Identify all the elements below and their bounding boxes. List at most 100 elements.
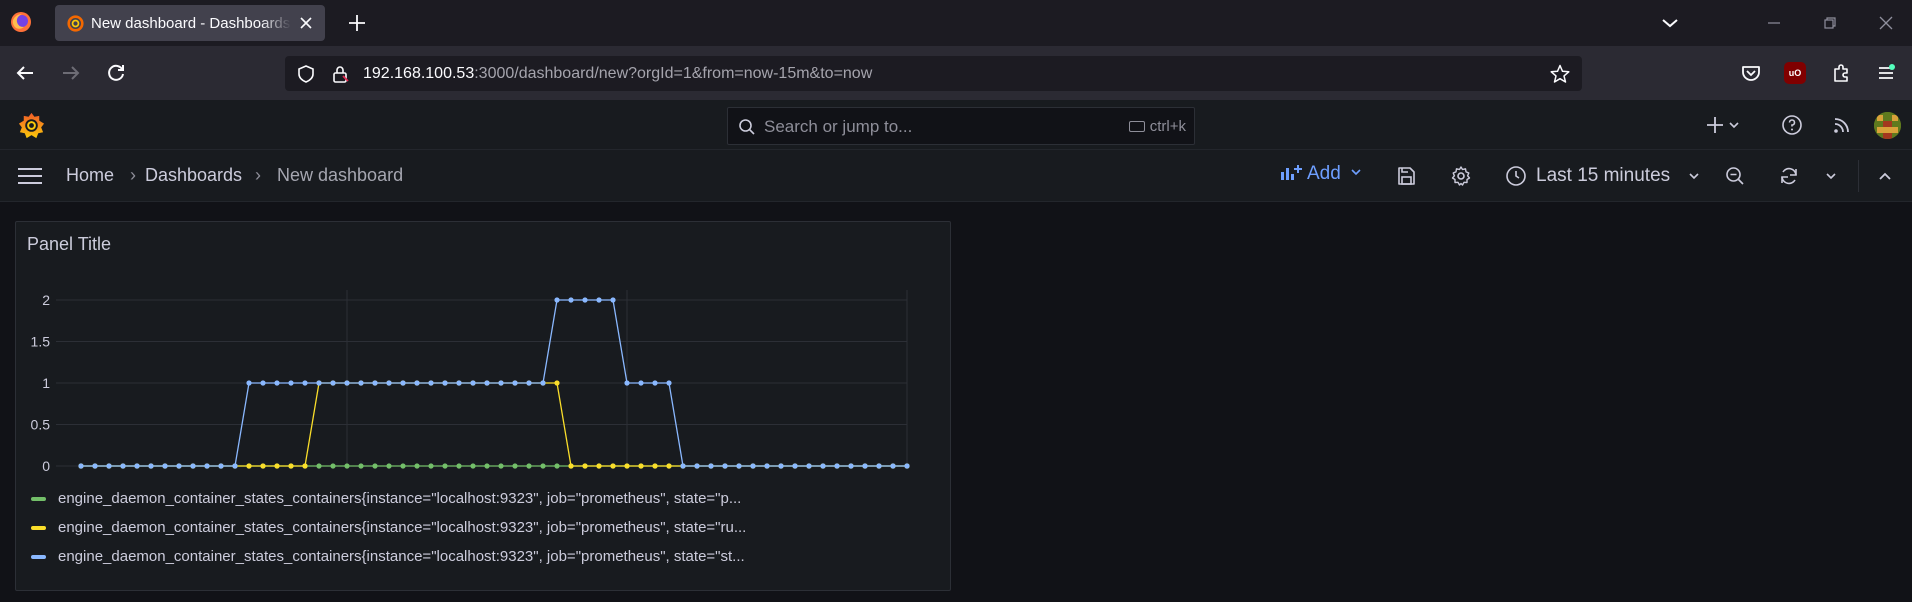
series-point-2 [218, 463, 224, 469]
legend-swatch [31, 497, 46, 502]
series-point-0 [470, 463, 476, 469]
forward-icon[interactable] [59, 61, 83, 85]
time-series-chart[interactable]: 00.511.5222:0522:1022:15 [16, 222, 952, 472]
series-point-2 [652, 380, 658, 386]
series-point-2 [848, 463, 854, 469]
series-point-2 [736, 463, 742, 469]
series-point-1 [554, 380, 560, 386]
search-placeholder: Search or jump to... [764, 117, 913, 136]
series-point-0 [498, 463, 504, 469]
grafana-logo-icon[interactable] [17, 111, 46, 140]
breadcrumb-dashboards[interactable]: Dashboards [145, 165, 242, 186]
avatar-image [1874, 112, 1901, 139]
y-tick-label: 0.5 [31, 417, 51, 433]
refresh-interval-chevron-icon[interactable] [1824, 164, 1838, 188]
series-point-0 [540, 463, 546, 469]
series-point-2 [78, 463, 84, 469]
series-point-2 [834, 463, 840, 469]
series-point-2 [904, 463, 910, 469]
close-window-icon[interactable] [1874, 11, 1898, 35]
series-point-2 [148, 463, 154, 469]
series-point-2 [92, 463, 98, 469]
series-point-0 [330, 463, 336, 469]
chevron-down-icon [1689, 173, 1699, 180]
series-point-2 [372, 380, 378, 386]
series-point-2 [260, 380, 266, 386]
series-point-2 [470, 380, 476, 386]
settings-gear-icon[interactable] [1449, 164, 1473, 188]
dashboard-panel[interactable]: Panel Title 00.511.5222:0522:1022:15 eng… [15, 221, 951, 591]
refresh-icon[interactable] [1777, 164, 1801, 188]
series-point-2 [694, 463, 700, 469]
series-point-2 [316, 380, 322, 386]
menu-icon[interactable] [17, 165, 43, 187]
plus-icon[interactable] [1703, 113, 1727, 137]
restore-icon[interactable] [1818, 11, 1842, 35]
series-point-2 [330, 380, 336, 386]
legend-item[interactable]: engine_daemon_container_states_container… [31, 490, 741, 510]
save-icon[interactable] [1394, 164, 1418, 188]
y-tick-label: 1.5 [31, 334, 51, 350]
extensions-icon[interactable] [1829, 61, 1853, 85]
legend-item[interactable]: engine_daemon_container_states_container… [31, 519, 746, 539]
back-icon[interactable] [13, 61, 37, 85]
url-bar[interactable]: 192.168.100.53:3000/dashboard/new?orgId=… [285, 56, 1582, 91]
list-all-tabs-icon[interactable] [1658, 11, 1682, 35]
series-point-2 [792, 463, 798, 469]
news-rss-icon[interactable] [1830, 113, 1854, 137]
series-point-0 [344, 463, 350, 469]
browser-tab-active[interactable]: New dashboard - Dashboards - Grafana [55, 5, 325, 41]
breadcrumb-home[interactable]: Home [66, 165, 114, 186]
chevron-down-icon [1351, 169, 1361, 176]
chevron-down-icon[interactable] [1727, 113, 1741, 137]
firefox-logo-icon[interactable] [10, 11, 32, 33]
url-text[interactable]: 192.168.100.53:3000/dashboard/new?orgId=… [363, 65, 872, 83]
ublock-origin-icon[interactable]: uO [1784, 62, 1806, 84]
search-bar[interactable]: Search or jump to... ctrl+k [727, 107, 1195, 145]
series-point-2 [778, 463, 784, 469]
new-tab-icon[interactable] [345, 11, 369, 35]
add-button[interactable]: Add [1279, 162, 1362, 190]
series-point-2 [246, 380, 252, 386]
series-point-2 [554, 297, 560, 303]
series-point-0 [526, 463, 532, 469]
series-point-1 [610, 463, 616, 469]
series-point-2 [890, 463, 896, 469]
series-point-2 [806, 463, 812, 469]
zoom-out-icon[interactable] [1723, 164, 1747, 188]
series-point-2 [750, 463, 756, 469]
series-point-0 [316, 463, 322, 469]
series-point-1 [288, 463, 294, 469]
tab-title: New dashboard - Dashboards - Grafana [91, 15, 291, 32]
series-point-2 [680, 463, 686, 469]
reload-icon[interactable] [104, 61, 128, 85]
series-point-0 [372, 463, 378, 469]
close-tab-icon[interactable] [297, 14, 315, 32]
pocket-icon[interactable] [1739, 61, 1763, 85]
lock-icon[interactable] [329, 63, 351, 85]
series-point-1 [624, 463, 630, 469]
series-point-2 [274, 380, 280, 386]
minimize-icon[interactable] [1762, 11, 1786, 35]
series-point-2 [708, 463, 714, 469]
app-menu-icon[interactable] [1874, 61, 1898, 85]
add-panel-icon [1281, 165, 1302, 180]
series-point-1 [260, 463, 266, 469]
collapse-chevron-up-icon[interactable] [1873, 164, 1897, 188]
series-point-2 [666, 380, 672, 386]
legend-swatch [31, 555, 46, 560]
keyboard-icon [1128, 121, 1145, 132]
bookmark-star-icon[interactable] [1549, 63, 1571, 85]
series-point-2 [582, 297, 588, 303]
help-icon[interactable] [1780, 113, 1804, 137]
shield-icon[interactable] [295, 63, 317, 85]
series-point-2 [400, 380, 406, 386]
series-point-1 [652, 463, 658, 469]
legend-item[interactable]: engine_daemon_container_states_container… [31, 548, 745, 568]
y-tick-label: 0 [42, 458, 50, 472]
user-avatar[interactable] [1874, 112, 1901, 139]
series-point-1 [582, 463, 588, 469]
series-point-1 [246, 463, 252, 469]
series-point-0 [400, 463, 406, 469]
series-point-2 [134, 463, 140, 469]
